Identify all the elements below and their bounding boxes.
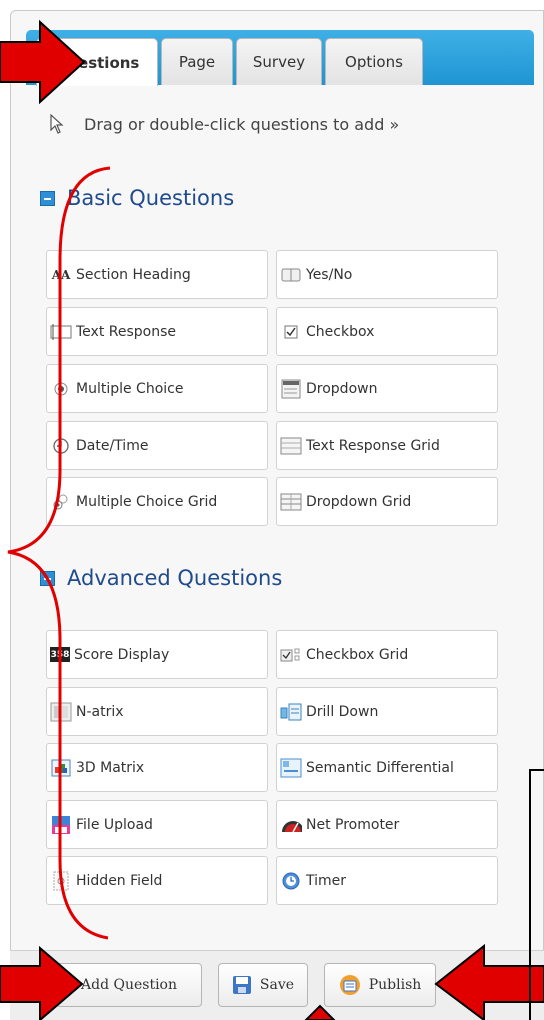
n-atrix-button[interactable]: N-atrix <box>46 687 268 736</box>
drill-down-button[interactable]: Drill Down <box>276 687 498 736</box>
section-title: Basic Questions <box>67 186 235 210</box>
gauge-icon <box>280 816 302 834</box>
button-label: Date/Time <box>76 437 149 454</box>
tab-options[interactable]: Options <box>325 38 423 85</box>
section-heading-button[interactable]: AA Section Heading <box>46 250 268 299</box>
publish-icon <box>339 974 361 996</box>
button-label: N-atrix <box>76 703 124 720</box>
button-label: Text Response <box>76 323 177 340</box>
clock-icon <box>50 437 72 455</box>
text-response-grid-button[interactable]: Text Response Grid <box>276 421 498 470</box>
button-label: 3D Matrix <box>76 759 145 776</box>
checkbox-grid-button[interactable]: Checkbox Grid <box>276 630 498 679</box>
semantic-differential-button[interactable]: Semantic Differential <box>276 743 498 792</box>
upload-icon <box>50 815 72 834</box>
collapse-icon[interactable] <box>40 190 55 206</box>
cursor-arrow-icon <box>50 114 64 134</box>
button-label: Drill Down <box>306 703 379 720</box>
file-upload-button[interactable]: File Upload <box>46 800 268 849</box>
score-icon: 358 <box>50 647 70 662</box>
button-label: File Upload <box>76 816 153 833</box>
matrix-icon <box>50 702 72 721</box>
multiple-choice-button[interactable]: Multiple Choice <box>46 364 268 413</box>
hidden-field-icon <box>50 871 72 890</box>
button-label: Add Question <box>81 977 177 993</box>
text-grid-icon <box>280 437 302 455</box>
date-time-button[interactable]: Date/Time <box>46 421 268 470</box>
semantic-icon <box>280 758 302 777</box>
button-label: Save <box>259 977 295 993</box>
button-label: Publish <box>368 977 422 993</box>
button-label: Net Promoter <box>306 816 400 833</box>
3d-matrix-button[interactable]: 3D Matrix <box>46 743 268 792</box>
button-label: Timer <box>306 872 347 889</box>
radio-icon <box>50 380 72 398</box>
3d-matrix-icon <box>50 759 72 777</box>
text-box-icon <box>50 323 72 341</box>
dropdown-grid-button[interactable]: Dropdown Grid <box>276 477 498 526</box>
collapse-icon[interactable] <box>40 570 55 586</box>
button-label: Text Response Grid <box>306 437 440 454</box>
button-label: Checkbox Grid <box>306 646 409 663</box>
drag-hint: Drag or double-click questions to add » <box>50 114 399 134</box>
button-label: Dropdown Grid <box>306 493 412 510</box>
button-label: Semantic Differential <box>306 759 454 776</box>
button-label: Yes/No <box>306 266 353 283</box>
tab-label: Options <box>345 53 403 71</box>
text-response-button[interactable]: Text Response <box>46 307 268 356</box>
drill-down-icon <box>280 703 302 721</box>
hint-text: Drag or double-click questions to add » <box>84 114 400 134</box>
button-label: Multiple Choice Grid <box>76 493 218 510</box>
basic-questions-header[interactable]: Basic Questions <box>40 186 234 210</box>
radio-grid-icon <box>50 493 72 511</box>
score-display-button[interactable]: 358 Score Display <box>46 630 268 679</box>
tab-questions[interactable]: Questions <box>36 38 158 86</box>
dropdown-grid-icon <box>280 493 302 511</box>
checkbox-button[interactable]: Checkbox <box>276 307 498 356</box>
checkbox-icon <box>280 323 302 341</box>
section-heading-icon: AA <box>51 267 71 282</box>
tab-label: Questions <box>54 53 140 72</box>
net-promoter-button[interactable]: Net Promoter <box>276 800 498 849</box>
button-label: Multiple Choice <box>76 380 184 397</box>
tab-page[interactable]: Page <box>161 38 233 85</box>
button-label: Hidden Field <box>76 872 163 889</box>
dropdown-button[interactable]: Dropdown <box>276 364 498 413</box>
dropdown-icon <box>280 379 302 398</box>
toggle-icon <box>280 266 302 284</box>
hidden-field-button[interactable]: Hidden Field <box>46 856 268 905</box>
advanced-questions-header[interactable]: Advanced Questions <box>40 566 282 590</box>
tab-survey[interactable]: Survey <box>236 38 322 85</box>
button-label: Section Heading <box>76 266 191 283</box>
yes-no-button[interactable]: Yes/No <box>276 250 498 299</box>
publish-button[interactable]: Publish <box>324 963 436 1007</box>
section-title: Advanced Questions <box>67 566 283 590</box>
timer-button[interactable]: Timer <box>276 856 498 905</box>
button-label: Checkbox <box>306 323 375 340</box>
multiple-choice-grid-button[interactable]: Multiple Choice Grid <box>46 477 268 526</box>
save-button[interactable]: Save <box>218 963 308 1007</box>
tab-label: Survey <box>252 53 306 71</box>
add-question-button[interactable]: Add Question <box>56 963 202 1007</box>
checkbox-grid-icon <box>280 646 302 664</box>
timer-icon <box>280 872 302 890</box>
tab-label: Page <box>178 53 216 71</box>
button-label: Score Display <box>74 646 170 663</box>
button-label: Dropdown <box>306 380 378 397</box>
floppy-disk-icon <box>232 975 252 995</box>
